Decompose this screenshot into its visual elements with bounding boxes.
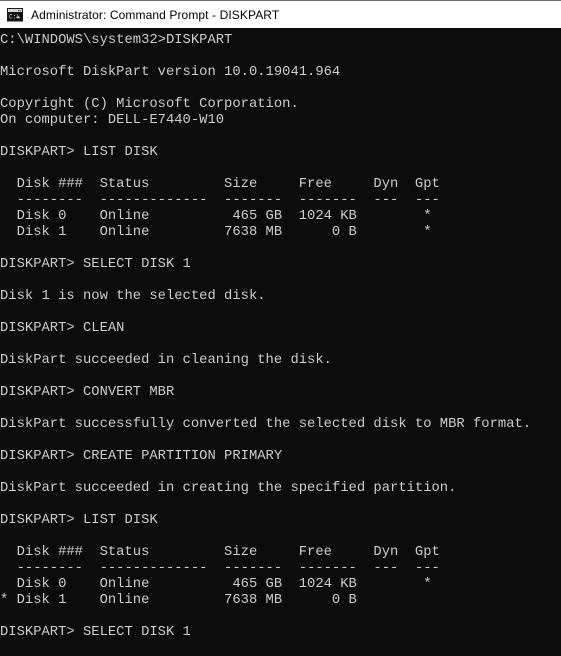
- console-window-icon: C:\: [7, 7, 23, 23]
- console-line: On computer: DELL-E7440-W10: [0, 112, 225, 128]
- console-line: Microsoft DiskPart version 10.0.19041.96…: [0, 64, 341, 80]
- console-line: * Disk 1 Online 7638 MB 0 B: [0, 592, 357, 608]
- console-line: DISKPART> SELECT DISK 1: [0, 256, 191, 272]
- console-line: DISKPART> SELECT DISK 1: [0, 624, 191, 640]
- window-title: Administrator: Command Prompt - DISKPART: [31, 7, 280, 22]
- console-line: Disk 1 Online 7638 MB 0 B *: [0, 224, 432, 240]
- console-line: DISKPART> LIST DISK: [0, 512, 158, 528]
- command-prompt-window: C:\ Administrator: Command Prompt - DISK…: [0, 0, 561, 656]
- title-bar[interactable]: C:\ Administrator: Command Prompt - DISK…: [0, 1, 561, 28]
- console-line: DISKPART> LIST DISK: [0, 144, 158, 160]
- console-line: DiskPart succeeded in creating the speci…: [0, 480, 457, 496]
- console-line: Disk 1 is now the selected disk.: [0, 288, 266, 304]
- console-line: DISKPART> CLEAN: [0, 320, 125, 336]
- console-line: Disk ### Status Size Free Dyn Gpt: [0, 176, 440, 192]
- console-line: Disk 0 Online 465 GB 1024 KB *: [0, 208, 432, 224]
- console-line: DISKPART> CONVERT MBR: [0, 384, 175, 400]
- console-text: C:\WINDOWS\system32>DISKPART Microsoft D…: [0, 28, 561, 656]
- console-line: Disk 0 Online 465 GB 1024 KB *: [0, 576, 432, 592]
- console-line: -------- ------------- ------- ------- -…: [0, 192, 440, 208]
- console-output-area[interactable]: C:\WINDOWS\system32>DISKPART Microsoft D…: [0, 28, 561, 656]
- console-line: DiskPart succeeded in cleaning the disk.: [0, 352, 332, 368]
- console-line: Copyright (C) Microsoft Corporation.: [0, 96, 299, 112]
- console-line: -------- ------------- ------- ------- -…: [0, 560, 440, 576]
- console-line: C:\WINDOWS\system32>DISKPART: [0, 32, 233, 48]
- console-line: DISKPART> CREATE PARTITION PRIMARY: [0, 448, 283, 464]
- console-line: DiskPart successfully converted the sele…: [0, 416, 532, 432]
- console-line: Disk ### Status Size Free Dyn Gpt: [0, 544, 440, 560]
